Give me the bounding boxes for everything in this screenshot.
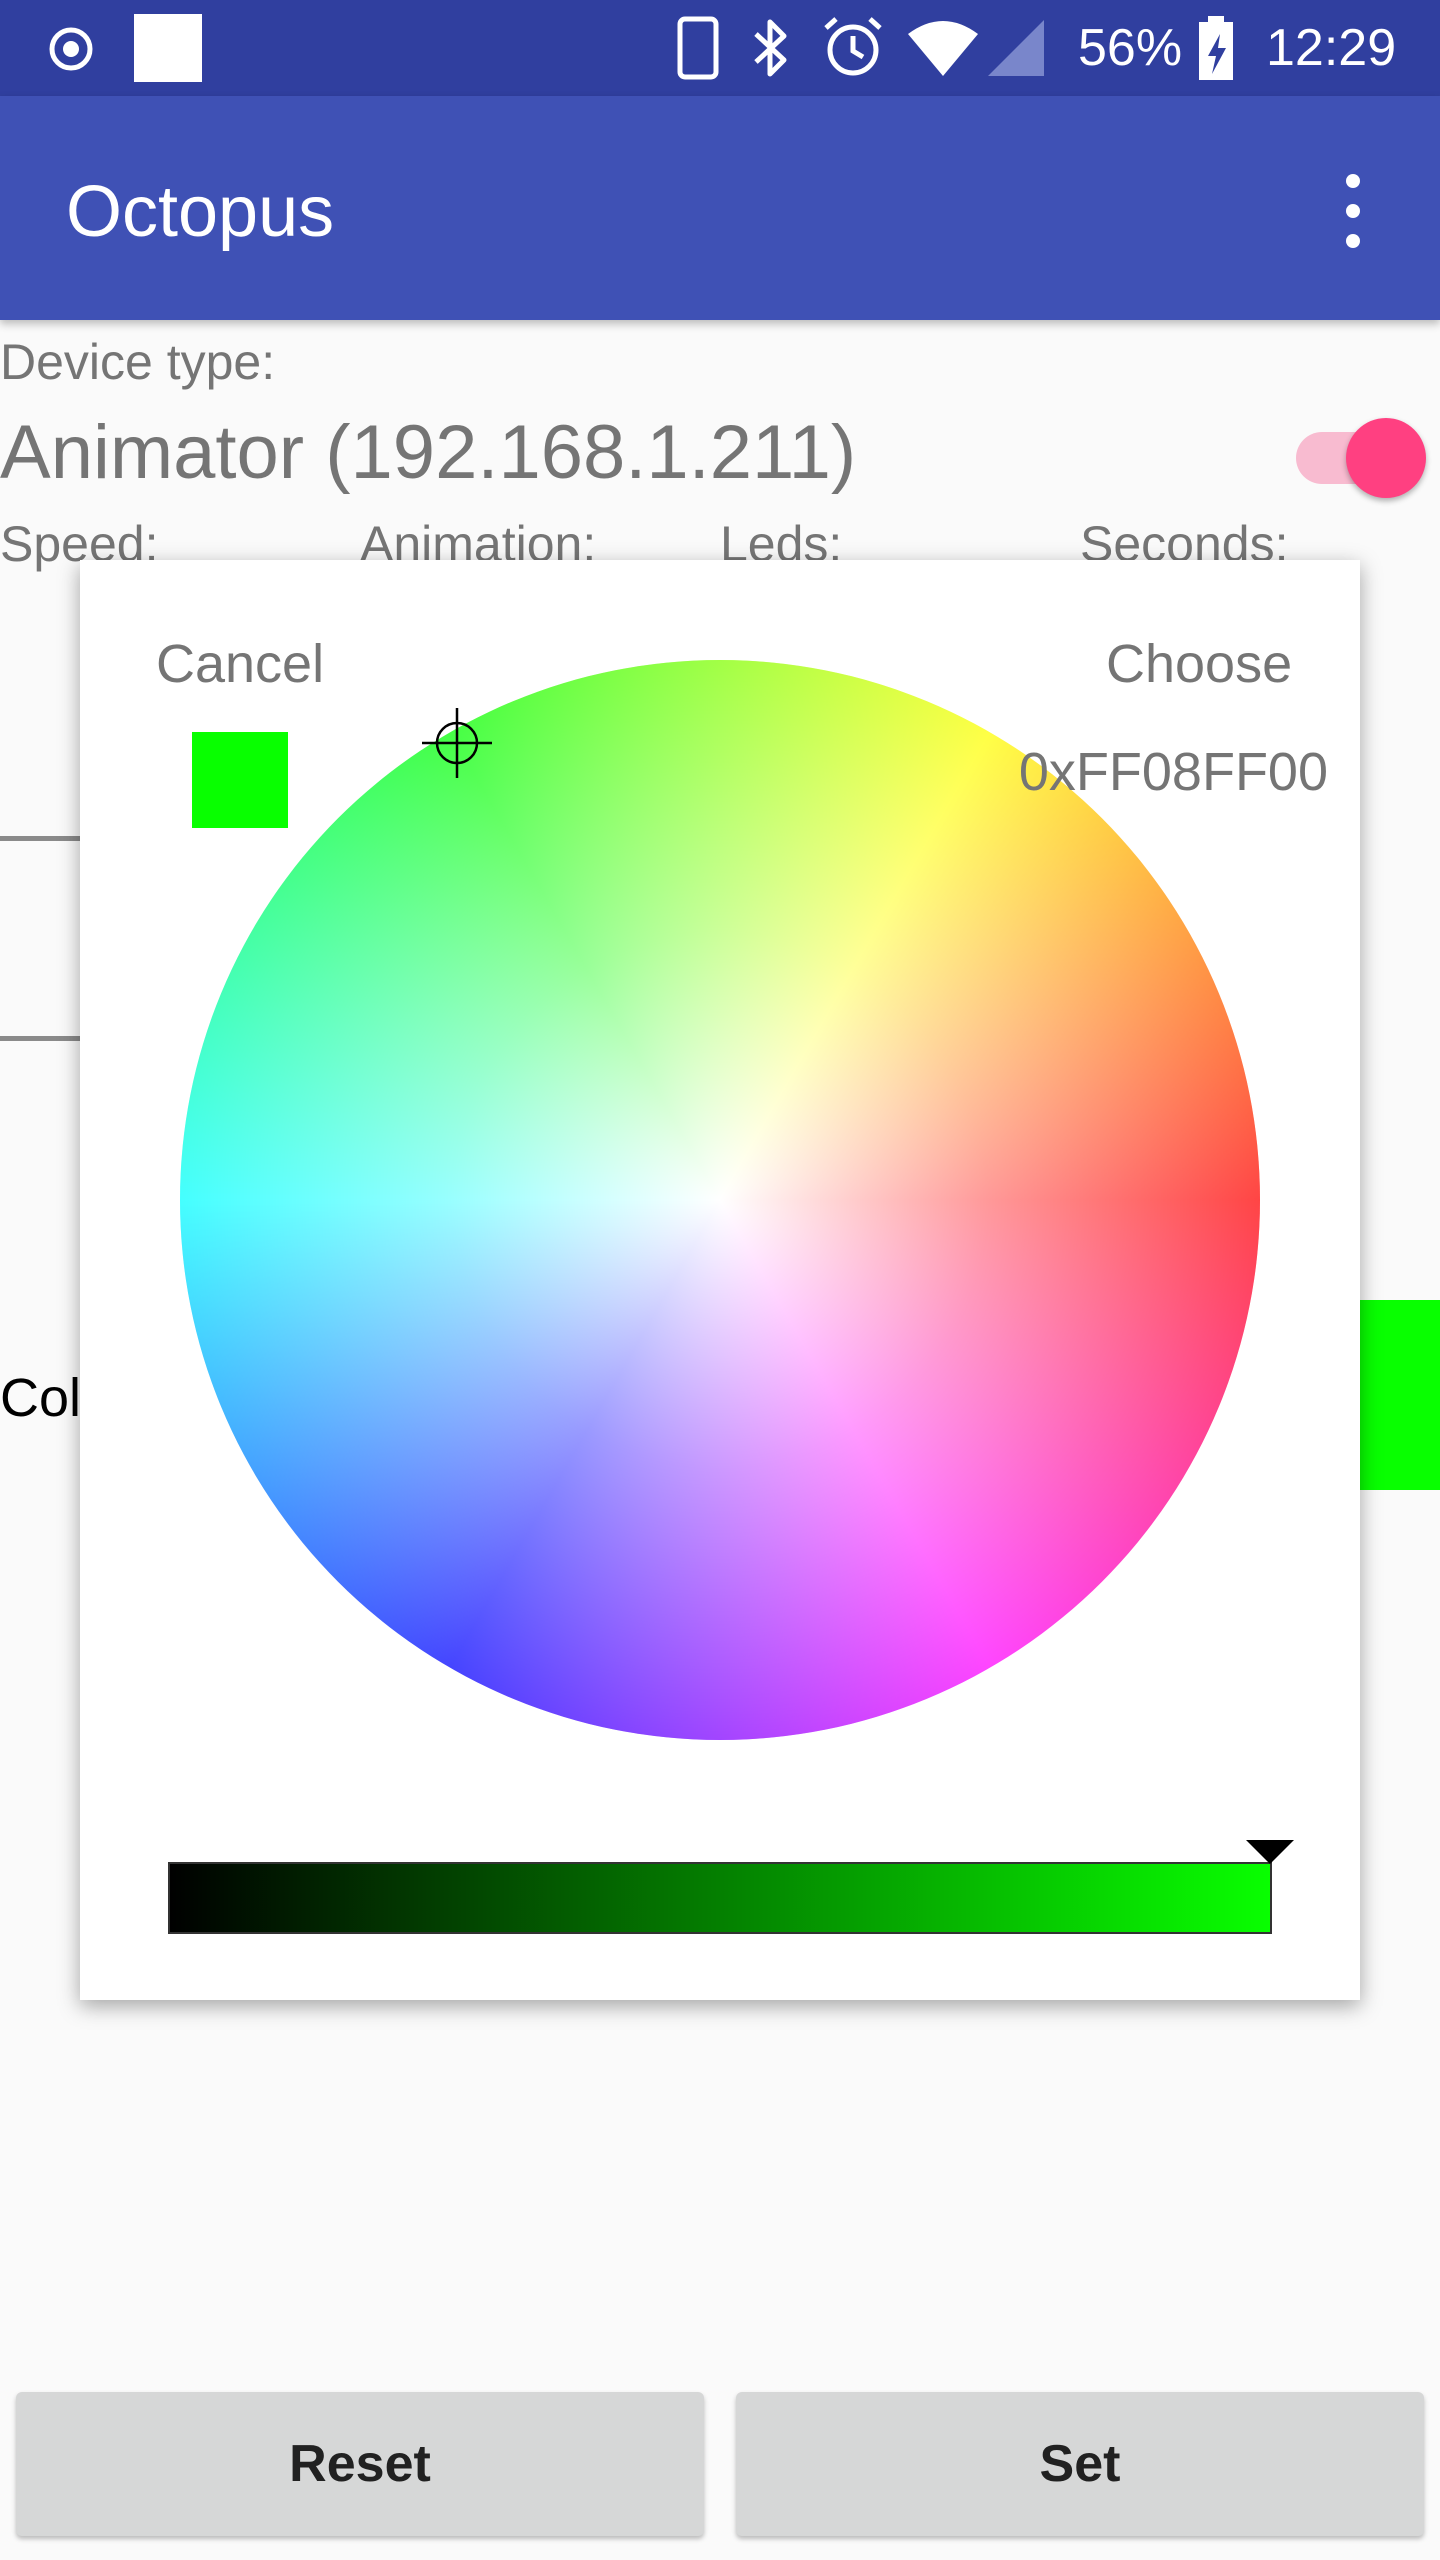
reset-button[interactable]: Reset: [16, 2392, 704, 2536]
slider-thumb-icon[interactable]: [1246, 1840, 1294, 1864]
switch-thumb: [1346, 418, 1426, 498]
saturation-overlay: [180, 660, 1260, 1740]
bluetooth-icon: [754, 19, 787, 77]
app-bar: Octopus: [0, 96, 1440, 320]
device-type-label: Device type:: [0, 334, 276, 390]
input-underline: [0, 836, 80, 841]
selected-color-preview: [192, 732, 288, 828]
app-title: Octopus: [66, 172, 335, 252]
color-label: Col: [0, 1368, 82, 1428]
brightness-slider[interactable]: [168, 1862, 1272, 1934]
device-name: Animator (192.168.1.211): [0, 410, 857, 495]
record-icon: [49, 27, 93, 71]
alarm-icon: [824, 17, 882, 76]
crosshair-icon[interactable]: [420, 706, 494, 780]
input-underline: [0, 1036, 80, 1041]
more-vert-icon[interactable]: [1330, 172, 1374, 252]
signal-icon: [988, 20, 1044, 76]
color-wheel[interactable]: [180, 660, 1260, 1740]
wifi-icon: [908, 21, 978, 76]
notification-square-icon: [134, 14, 202, 82]
hex-value: 0xFF08FF00: [1018, 742, 1328, 802]
color-picker-dialog: Cancel Choose 0xFF08FF00: [80, 560, 1360, 2000]
color-swatch[interactable]: [1360, 1300, 1440, 1490]
clock: 12:29: [1266, 19, 1397, 77]
battery-charging-icon: [1199, 16, 1233, 80]
phone-icon: [677, 16, 719, 80]
status-bar: 56% 12:29: [0, 0, 1440, 96]
battery-percent: 56%: [1078, 19, 1183, 77]
set-button[interactable]: Set: [736, 2392, 1424, 2536]
